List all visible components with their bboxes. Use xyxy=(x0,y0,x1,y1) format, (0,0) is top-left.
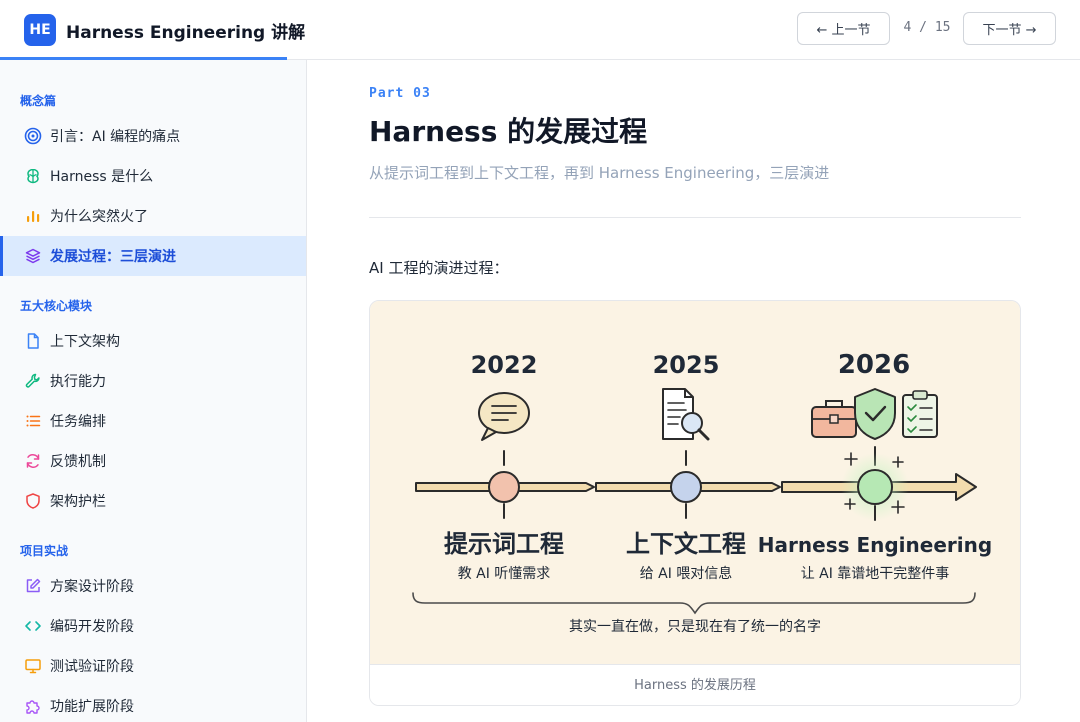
sidebar-section-modules: 五大核心模块 xyxy=(20,299,93,313)
sidebar-item-label: 为什么突然火了 xyxy=(50,209,148,225)
stage-desc-context: 给 AI 喂对信息 xyxy=(640,565,733,582)
stage-name-harness: Harness Engineering xyxy=(758,533,992,557)
sidebar-item-label: 编码开发阶段 xyxy=(50,619,134,635)
timeline-node-3 xyxy=(857,469,893,505)
sidebar-item-evolution[interactable]: 发展过程：三层演进 xyxy=(0,236,306,276)
brand[interactable]: HE Harness Engineering 讲解 xyxy=(24,14,305,46)
timeline-svg: 2022 2025 2026 提示词工程 上下文工程 Harness Engin… xyxy=(412,350,992,635)
sidebar-item-label: 测试验证阶段 xyxy=(50,659,134,675)
page-subtitle: 从提示词工程到上下文工程，再到 Harness Engineering，三层演进 xyxy=(369,164,830,182)
timeline-figure: 2022 2025 2026 提示词工程 上下文工程 Harness Engin… xyxy=(369,300,1021,706)
sidebar-item-label: 架构护栏 xyxy=(50,494,106,510)
edit-icon xyxy=(24,577,42,595)
prev-section-button[interactable]: ← 上一节 xyxy=(797,12,890,45)
stage-name-context: 上下文工程 xyxy=(626,530,746,558)
layers-icon xyxy=(24,247,42,265)
sidebar-item-label: Harness 是什么 xyxy=(50,169,154,185)
sidebar-item-testing-phase[interactable]: 测试验证阶段 xyxy=(0,646,306,686)
toolbox-icon xyxy=(811,400,857,438)
sidebar-item-intro[interactable]: 引言：AI 编程的痛点 xyxy=(0,116,306,156)
sidebar-item-context-architecture[interactable]: 上下文架构 xyxy=(0,321,306,361)
intro-text: AI 工程的演进过程： xyxy=(369,259,509,277)
sidebar-item-label: 引言：AI 编程的痛点 xyxy=(50,129,181,145)
sidebar-item-label: 发展过程：三层演进 xyxy=(50,249,176,265)
title-divider xyxy=(369,217,1021,218)
shield-check-icon xyxy=(854,388,896,440)
timeline-node-1 xyxy=(488,471,520,503)
checklist-icon xyxy=(902,390,938,438)
timeline-node-2 xyxy=(670,471,702,503)
brand-logo: HE xyxy=(24,14,56,46)
bar-chart-icon xyxy=(24,207,42,225)
sidebar-item-coding-phase[interactable]: 编码开发阶段 xyxy=(0,606,306,646)
sidebar-item-label: 功能扩展阶段 xyxy=(50,699,134,715)
file-icon xyxy=(24,332,42,350)
stage-desc-prompt: 教 AI 听懂需求 xyxy=(458,566,551,582)
sidebar-section-practice: 项目实战 xyxy=(20,544,69,558)
main-content: Part 03 Harness 的发展过程 从提示词工程到上下文工程，再到 Ha… xyxy=(308,60,1080,722)
sidebar-item-label: 上下文架构 xyxy=(50,334,120,350)
sidebar-item-design-phase[interactable]: 方案设计阶段 xyxy=(0,566,306,606)
brand-title: Harness Engineering 讲解 xyxy=(66,22,306,43)
shield-icon xyxy=(24,492,42,510)
refresh-icon xyxy=(24,452,42,470)
list-icon xyxy=(24,412,42,430)
sidebar: 概念篇 引言：AI 编程的痛点 Harness 是什么 为什么突然火了 发展过程… xyxy=(0,60,307,722)
stage-name-prompt: 提示词工程 xyxy=(444,530,564,558)
next-section-button[interactable]: 下一节 → xyxy=(963,12,1056,45)
year-2025: 2025 xyxy=(653,351,720,379)
wrench-icon xyxy=(24,372,42,390)
sidebar-item-why-popular[interactable]: 为什么突然火了 xyxy=(0,196,306,236)
sidebar-item-orchestration[interactable]: 任务编排 xyxy=(0,401,306,441)
speech-bubble-icon xyxy=(478,392,530,441)
sidebar-item-execution[interactable]: 执行能力 xyxy=(0,361,306,401)
page-indicator: 4 / 15 xyxy=(903,20,951,35)
document-search-icon xyxy=(662,388,710,441)
sidebar-item-label: 方案设计阶段 xyxy=(50,579,134,595)
sidebar-item-extension-phase[interactable]: 功能扩展阶段 xyxy=(0,686,306,722)
figure-caption: Harness 的发展历程 xyxy=(370,664,1020,705)
summary-brace xyxy=(412,592,976,615)
top-header: HE Harness Engineering 讲解 ← 上一节 4 / 15 下… xyxy=(0,0,1080,60)
sidebar-item-label: 执行能力 xyxy=(50,374,106,390)
puzzle-icon xyxy=(24,697,42,715)
code-icon xyxy=(24,617,42,635)
sidebar-section-concepts: 概念篇 xyxy=(20,94,57,108)
monitor-icon xyxy=(24,657,42,675)
brain-icon xyxy=(24,167,42,185)
sidebar-item-label: 反馈机制 xyxy=(50,454,106,470)
year-2026: 2026 xyxy=(838,350,910,380)
timeline-illustration: 2022 2025 2026 提示词工程 上下文工程 Harness Engin… xyxy=(370,301,1020,664)
page-title: Harness 的发展过程 xyxy=(369,115,648,148)
target-icon xyxy=(24,127,42,145)
sidebar-item-guardrails[interactable]: 架构护栏 xyxy=(0,481,306,521)
part-label: Part 03 xyxy=(369,86,431,101)
summary-text: 其实一直在做，只是现在有了统一的名字 xyxy=(569,618,821,635)
year-2022: 2022 xyxy=(471,351,538,379)
sidebar-item-feedback[interactable]: 反馈机制 xyxy=(0,441,306,481)
sidebar-item-what-is-harness[interactable]: Harness 是什么 xyxy=(0,156,306,196)
sidebar-item-label: 任务编排 xyxy=(50,414,106,430)
stage-desc-harness: 让 AI 靠谱地干完整件事 xyxy=(801,566,950,582)
